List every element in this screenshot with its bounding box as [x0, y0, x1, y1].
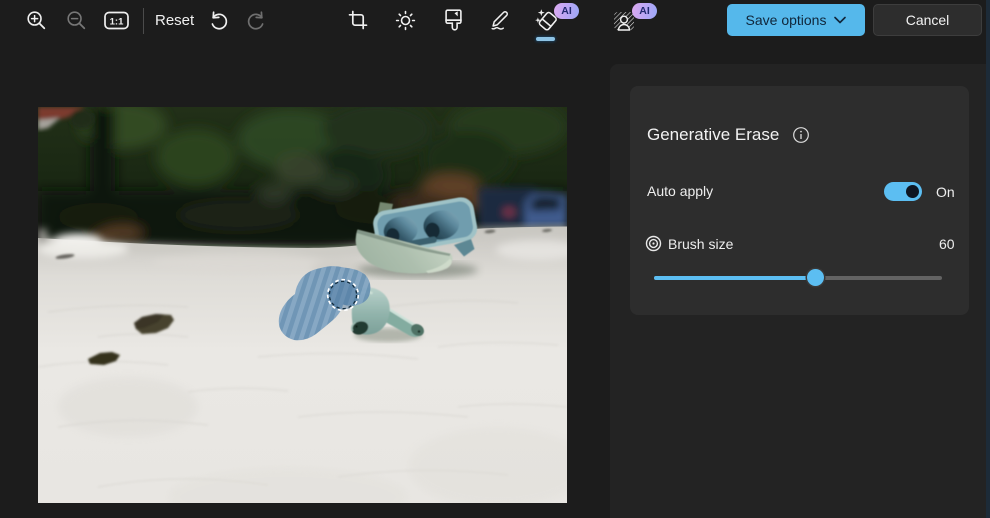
svg-text:1:1: 1:1 — [110, 17, 124, 28]
